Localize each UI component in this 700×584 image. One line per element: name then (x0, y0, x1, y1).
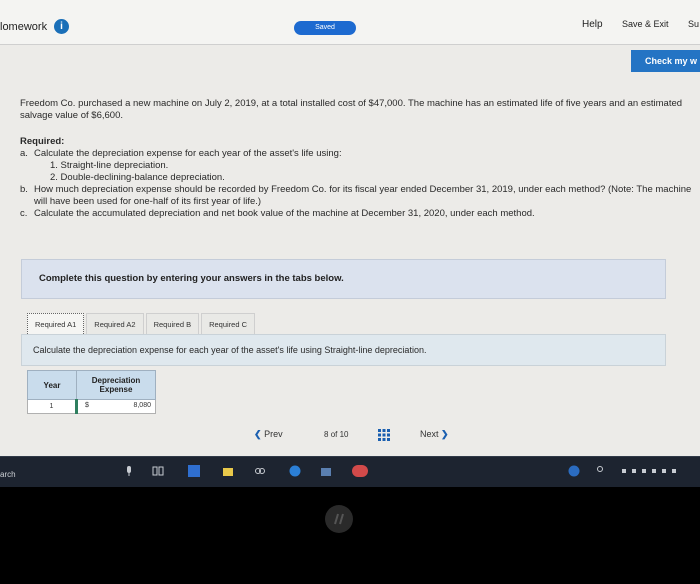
header-year: Year (27, 370, 77, 400)
currency-symbol: $ (85, 402, 89, 409)
store-icon[interactable] (222, 465, 234, 477)
task-view-icon[interactable] (152, 465, 164, 477)
grid-icon[interactable] (378, 429, 390, 441)
browser-screen: lomework i Saved Help Save & Exit Su Che… (0, 0, 700, 456)
infinity-icon[interactable] (254, 465, 266, 477)
row-year: 1 (27, 399, 77, 414)
taskbar-search[interactable]: arch (0, 470, 16, 479)
table-row: 1 $ 8,080 (27, 399, 156, 414)
answer-table: Year Depreciation Expense 1 $ 8,080 (27, 370, 156, 414)
tab-required-a1[interactable]: Required A1 (27, 313, 85, 336)
chevron-left-icon: ❮ (254, 429, 262, 439)
info-icon[interactable]: i (54, 19, 69, 34)
requirement-c: c. Calculate the accumulated depreciation… (20, 208, 535, 219)
save-exit-button[interactable]: Save & Exit (622, 19, 669, 29)
instruction-text: Calculate the depreciation expense for e… (33, 345, 427, 355)
page-indicator: 8 of 10 (324, 430, 349, 439)
depreciation-value: 8,080 (133, 402, 151, 409)
help-button[interactable]: Help (582, 19, 603, 30)
required-heading: Required: (20, 136, 65, 147)
tab-required-c[interactable]: Required C (201, 313, 256, 336)
hp-logo (325, 505, 353, 533)
depreciation-input[interactable]: $ 8,080 (75, 399, 156, 414)
assistant-icon[interactable] (568, 465, 580, 477)
problem-text: Freedom Co. purchased a new machine on J… (20, 98, 692, 220)
header-depreciation-expense: Depreciation Expense (76, 370, 156, 400)
table-header-row: Year Depreciation Expense (27, 370, 156, 400)
people-icon[interactable] (594, 465, 606, 477)
complete-prompt: Complete this question by entering your … (39, 273, 344, 284)
chevron-right-icon: ❯ (441, 429, 449, 439)
requirement-a2: 2. Double-declining-balance depreciation… (50, 172, 225, 183)
requirement-b: b. How much depreciation expense should b… (20, 184, 692, 207)
windows-taskbar: arch (0, 456, 700, 487)
microphone-icon[interactable] (123, 465, 135, 477)
submit-button[interactable]: Su (688, 19, 699, 29)
instruction-box: Calculate the depreciation expense for e… (21, 334, 666, 366)
requirement-a: a. Calculate the depreciation expense for… (20, 148, 342, 159)
check-my-work-button[interactable]: Check my w (631, 50, 700, 72)
top-bar: lomework i Saved Help Save & Exit Su (0, 0, 700, 45)
requirement-a1: 1. Straight-line depreciation. (50, 160, 169, 171)
homework-title: lomework (0, 21, 48, 33)
tab-required-a2[interactable]: Required A2 (86, 313, 144, 336)
media-app-icon[interactable] (352, 465, 368, 477)
problem-statement: Freedom Co. purchased a new machine on J… (20, 98, 683, 121)
system-tray-icons[interactable] (620, 465, 680, 477)
saved-status-badge: Saved (294, 21, 356, 35)
app-icon-blue[interactable] (188, 465, 200, 477)
file-explorer-icon[interactable] (320, 465, 332, 477)
edge-icon[interactable] (289, 465, 301, 477)
prev-button[interactable]: ❮ Prev (254, 429, 304, 440)
complete-prompt-box: Complete this question by entering your … (21, 259, 666, 299)
tab-bar: Required A1 Required A2 Required B Requi… (27, 313, 257, 336)
tab-required-b[interactable]: Required B (145, 313, 200, 336)
next-button[interactable]: Next ❯ (420, 429, 470, 440)
